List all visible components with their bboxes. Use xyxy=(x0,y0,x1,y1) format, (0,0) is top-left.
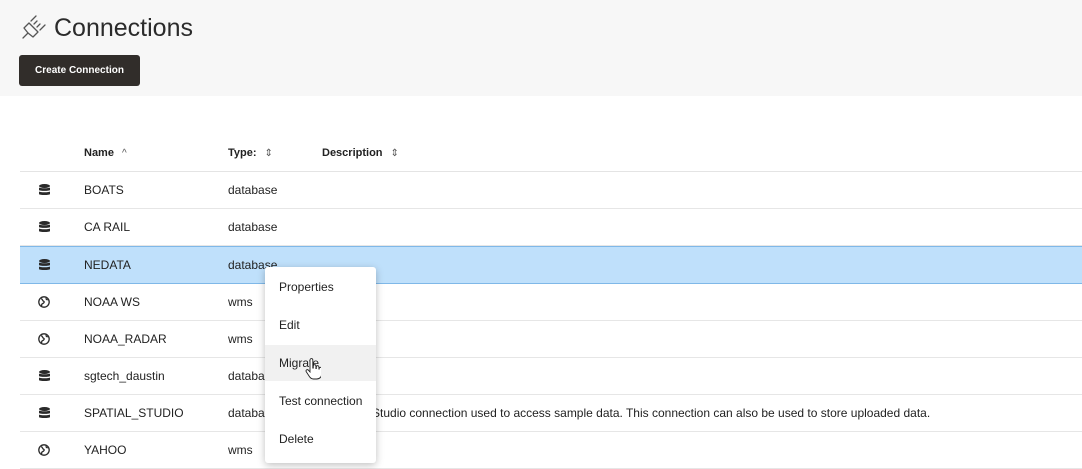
globe-icon xyxy=(38,444,50,456)
sort-toggle-icon[interactable]: ⇕ xyxy=(391,148,399,159)
table-row[interactable]: NOAA_RADAR wms xyxy=(20,321,1082,358)
database-icon xyxy=(38,407,50,419)
row-type-icon-cell xyxy=(36,432,52,468)
connection-type: wms xyxy=(228,295,253,309)
row-type-icon-cell xyxy=(36,172,52,208)
column-label-description: Description xyxy=(322,147,383,159)
row-type-icon-cell xyxy=(36,284,52,320)
connection-name: NOAA WS xyxy=(84,295,141,309)
globe-icon xyxy=(38,296,50,308)
connection-name: BOATS xyxy=(84,183,124,197)
table-body: BOATS database CA RAIL database NEDATA databa… xyxy=(20,172,1082,469)
table-row[interactable]: NEDATA database xyxy=(20,246,1082,284)
table-row[interactable]: BOATS database xyxy=(20,172,1082,209)
plug-icon xyxy=(22,15,46,39)
sort-ascending-icon[interactable]: ^ xyxy=(122,148,127,159)
database-icon xyxy=(38,259,50,271)
connections-table: Name ^ Type: ⇕ Description ⇕ BOATS databa… xyxy=(20,135,1082,469)
page-header: Connections Create Connection xyxy=(0,0,1082,96)
connection-name: YAHOO xyxy=(84,443,127,457)
database-icon xyxy=(38,221,50,233)
column-header-type[interactable]: Type: ⇕ xyxy=(228,135,273,171)
connection-type: database xyxy=(228,183,278,197)
menu-item-properties[interactable]: Properties xyxy=(265,269,376,305)
row-type-icon-cell xyxy=(36,247,52,283)
connection-name: NEDATA xyxy=(84,258,131,272)
create-connection-button[interactable]: Create Connection xyxy=(19,55,140,86)
connection-name: sgtech_daustin xyxy=(84,369,165,383)
row-type-icon-cell xyxy=(36,395,52,431)
table-row[interactable]: NOAA WS wms xyxy=(20,284,1082,321)
connection-type: wms xyxy=(228,332,253,346)
globe-icon xyxy=(38,333,50,345)
connection-description: Spatial Studio connection used to access… xyxy=(332,406,931,420)
row-type-icon-cell xyxy=(36,209,52,245)
sort-toggle-icon[interactable]: ⇕ xyxy=(265,148,273,159)
column-label-type: Type: xyxy=(228,147,257,159)
row-type-icon-cell xyxy=(36,321,52,357)
table-row[interactable]: CA RAIL database xyxy=(20,209,1082,246)
table-row[interactable]: sgtech_daustin database xyxy=(20,358,1082,395)
page-title: Connections xyxy=(20,12,193,44)
column-header-description[interactable]: Description ⇕ xyxy=(322,135,399,171)
connection-type: database xyxy=(228,220,278,234)
menu-item-edit[interactable]: Edit xyxy=(265,307,376,343)
column-label-name: Name xyxy=(84,147,114,159)
connection-type: wms xyxy=(228,443,253,457)
table-header: Name ^ Type: ⇕ Description ⇕ xyxy=(20,135,1082,172)
page-title-text: Connections xyxy=(54,13,193,42)
connection-name: CA RAIL xyxy=(84,220,131,234)
hand-pointer-cursor-icon xyxy=(305,358,321,380)
menu-item-test-connection[interactable]: Test connection xyxy=(265,383,376,419)
table-row[interactable]: YAHOO wms xyxy=(20,432,1082,469)
row-type-icon-cell xyxy=(36,358,52,394)
connection-name: SPATIAL_STUDIO xyxy=(84,406,184,420)
database-icon xyxy=(38,184,50,196)
database-icon xyxy=(38,370,50,382)
table-row[interactable]: SPATIAL_STUDIO database Spatial Studio con… xyxy=(20,395,1082,432)
menu-item-delete[interactable]: Delete xyxy=(265,421,376,457)
column-header-name[interactable]: Name ^ xyxy=(84,135,127,171)
connection-name: NOAA_RADAR xyxy=(84,332,167,346)
